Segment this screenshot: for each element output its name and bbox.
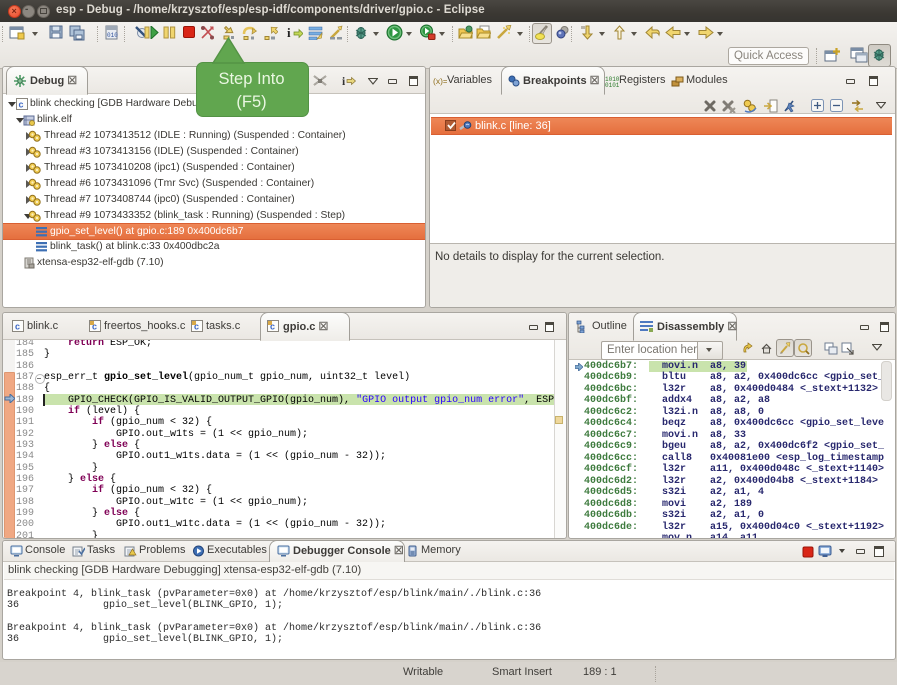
svg-text:c: c [15,322,20,332]
svg-text:010: 010 [107,32,118,39]
svg-text:c: c [19,100,24,110]
svg-text:(x)=: (x)= [433,76,447,86]
svg-text:i: i [287,25,291,40]
svg-text:i: i [342,76,346,87]
svg-text:0101: 0101 [605,82,619,87]
